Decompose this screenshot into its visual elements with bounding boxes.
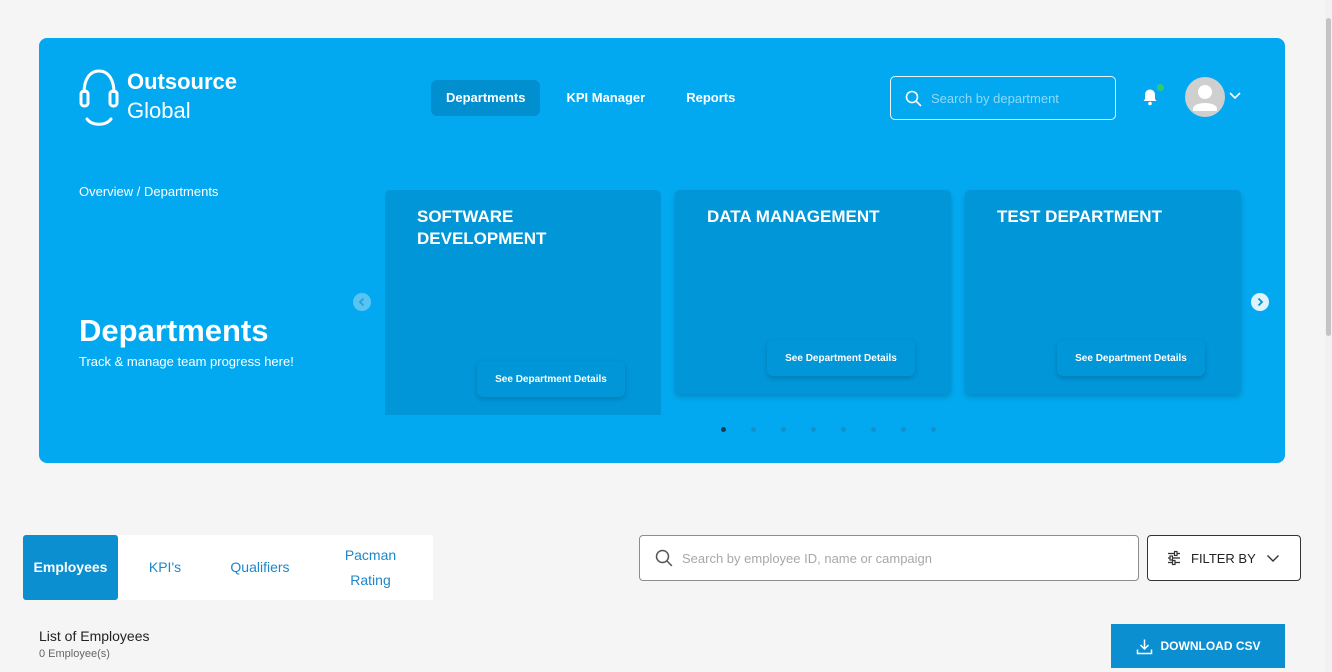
page-title: Departments	[79, 313, 269, 348]
see-department-details-button[interactable]: See Department Details	[767, 340, 915, 376]
breadcrumb: Overview / Departments	[79, 184, 219, 199]
chevron-right-icon	[1257, 297, 1264, 307]
see-department-details-button[interactable]: See Department Details	[1057, 340, 1205, 376]
department-search-input[interactable]	[931, 90, 1101, 106]
sliders-icon	[1168, 550, 1180, 566]
tab-kpis[interactable]: KPI's	[118, 535, 212, 600]
carousel-dot[interactable]	[871, 427, 876, 432]
chevron-down-icon[interactable]	[1228, 91, 1242, 101]
carousel-dot[interactable]	[841, 427, 846, 432]
avatar[interactable]	[1185, 77, 1225, 117]
filter-by-label: FILTER BY	[1191, 550, 1256, 566]
scrollbar-thumb[interactable]	[1326, 18, 1331, 336]
nav-kpi-manager[interactable]: KPI Manager	[551, 80, 660, 116]
nav-departments[interactable]: Departments	[431, 80, 541, 116]
department-card-title: TEST DEPARTMENT	[997, 207, 1162, 226]
carousel-dot[interactable]	[901, 427, 906, 432]
carousel-dot[interactable]	[811, 427, 816, 432]
tab-employees[interactable]: Employees	[23, 535, 118, 600]
department-card-title: SOFTWARE DEVELOPMENT	[417, 207, 547, 248]
bell-icon[interactable]	[1142, 88, 1158, 106]
carousel-pagination	[721, 427, 961, 432]
page-subtitle: Track & manage team progress here!	[79, 354, 294, 369]
filter-by-button[interactable]: FILTER BY	[1147, 535, 1301, 581]
brand-name-line2: Global	[127, 98, 191, 123]
search-icon	[905, 90, 922, 106]
tab-qualifiers[interactable]: Qualifiers	[212, 535, 308, 600]
department-search-box[interactable]	[890, 76, 1116, 120]
see-department-details-button[interactable]: See Department Details	[477, 361, 625, 397]
main-nav: Departments KPI Manager Reports	[431, 80, 761, 116]
chevron-down-icon	[1266, 554, 1279, 562]
department-card[interactable]: DATA MANAGEMENT See Department Details	[675, 190, 951, 394]
brand-logo[interactable]: Outsource Global	[79, 67, 237, 131]
download-csv-button[interactable]: DOWNLOAD CSV	[1111, 624, 1285, 668]
headset-icon	[79, 69, 119, 126]
tab-pacman-rating[interactable]: Pacman Rating	[308, 535, 433, 600]
department-card-title: DATA MANAGEMENT	[707, 207, 880, 226]
list-title: List of Employees	[39, 628, 150, 644]
download-csv-label: DOWNLOAD CSV	[1160, 639, 1261, 653]
brand-name-line1: Outsource	[127, 69, 238, 94]
carousel-dot[interactable]	[931, 427, 936, 432]
department-card[interactable]: TEST DEPARTMENT See Department Details	[965, 190, 1241, 394]
employee-count: 0 Employee(s)	[39, 648, 110, 660]
employee-search-box[interactable]	[639, 535, 1139, 581]
employee-tabs: Employees KPI's Qualifiers Pacman Rating	[23, 535, 433, 600]
carousel-next-button[interactable]	[1251, 293, 1269, 311]
department-card[interactable]: SOFTWARE DEVELOPMENT See Department Deta…	[385, 190, 661, 415]
hero-banner: Outsource Global Departments KPI Manager…	[39, 38, 1285, 463]
carousel-prev-button[interactable]	[353, 293, 371, 311]
search-icon	[655, 549, 673, 567]
carousel-dot[interactable]	[751, 427, 756, 432]
download-icon	[1136, 639, 1152, 654]
carousel-dot[interactable]	[781, 427, 786, 432]
notification-dot	[1157, 84, 1164, 91]
chevron-left-icon	[358, 297, 365, 307]
employee-search-input[interactable]	[682, 550, 1122, 566]
user-icon	[1193, 85, 1217, 111]
carousel-dot[interactable]	[721, 427, 726, 432]
nav-reports[interactable]: Reports	[671, 80, 750, 116]
